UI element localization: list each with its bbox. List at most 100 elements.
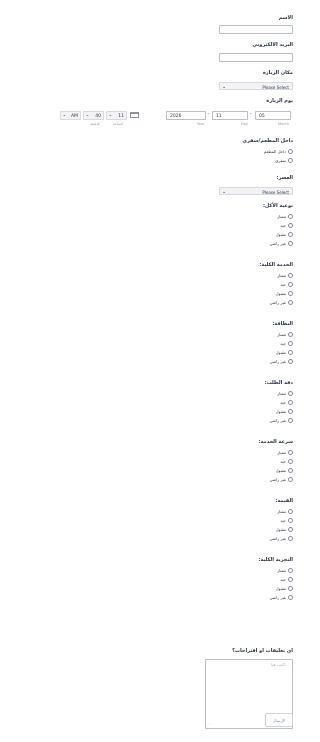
rating-question-label: سرعة الخدمة:	[258, 439, 293, 445]
rating-option[interactable]: جيد	[280, 577, 293, 582]
rating-option[interactable]: غير راضي	[269, 359, 293, 364]
rating-option[interactable]: مقبول	[276, 586, 293, 591]
radio-button[interactable]	[288, 409, 293, 414]
email-label: البريد الالكتروني	[252, 42, 293, 48]
rating-option[interactable]: غير راضي	[269, 477, 293, 482]
option-label: ممتاز	[277, 273, 286, 278]
rating-option[interactable]: جيد	[280, 518, 293, 523]
radio-button[interactable]	[288, 241, 293, 246]
visit-day-label: يوم الزيارة	[266, 98, 293, 104]
dine-type-option[interactable]: سفري	[275, 158, 293, 163]
submit-button[interactable]: الإرسال	[265, 713, 293, 727]
name-input[interactable]	[219, 25, 293, 34]
radio-button[interactable]	[288, 232, 293, 237]
year-input[interactable]: 2026	[166, 111, 206, 120]
radio-button[interactable]	[288, 536, 293, 541]
radio-button[interactable]	[288, 518, 293, 523]
day-input[interactable]: 11	[212, 111, 248, 120]
visit-place-value: Please Select	[262, 84, 289, 90]
month-input[interactable]: 05	[255, 111, 291, 120]
rating-question-label: الخدمة الكلية:	[259, 262, 293, 268]
rating-option[interactable]: مقبول	[276, 350, 293, 355]
radio-button[interactable]	[288, 350, 293, 355]
rating-option[interactable]: مقبول	[276, 291, 293, 296]
rating-option[interactable]: ممتاز	[277, 568, 293, 573]
rating-option[interactable]: غير راضي	[269, 536, 293, 541]
radio-button[interactable]	[288, 509, 293, 514]
ampm-select[interactable]: ⌄ AM	[60, 111, 81, 120]
radio-button[interactable]	[288, 341, 293, 346]
radio-button[interactable]	[288, 459, 293, 464]
rating-option[interactable]: ممتاز	[277, 273, 293, 278]
rating-option[interactable]: جيد	[280, 282, 293, 287]
option-label: ممتاز	[277, 332, 286, 337]
radio-button[interactable]	[288, 332, 293, 337]
rating-option[interactable]: مقبول	[276, 527, 293, 532]
rating-option[interactable]: جيد	[280, 341, 293, 346]
calendar-icon[interactable]	[130, 112, 139, 118]
rating-option[interactable]: غير راضي	[269, 241, 293, 246]
hour-select[interactable]: ⌄ 11	[106, 111, 127, 120]
rating-option[interactable]: ممتاز	[277, 214, 293, 219]
radio-button[interactable]	[288, 273, 293, 278]
option-label: غير راضي	[269, 477, 286, 482]
option-label: سفري	[275, 158, 286, 163]
radio-button[interactable]	[288, 214, 293, 219]
rating-option[interactable]: مقبول	[276, 409, 293, 414]
dine-type-option[interactable]: داخل المطعم	[264, 149, 293, 154]
option-label: ممتاز	[277, 391, 286, 396]
radio-button[interactable]	[288, 149, 293, 154]
rating-option[interactable]: جيد	[280, 459, 293, 464]
radio-button[interactable]	[288, 477, 293, 482]
radio-button[interactable]	[288, 450, 293, 455]
radio-button[interactable]	[288, 359, 293, 364]
rating-option[interactable]: ممتاز	[277, 332, 293, 337]
year-sublabel: Year	[197, 122, 205, 126]
radio-button[interactable]	[288, 595, 293, 600]
radio-button[interactable]	[288, 282, 293, 287]
radio-button[interactable]	[288, 586, 293, 591]
rating-option[interactable]: ممتاز	[277, 450, 293, 455]
rating-option[interactable]: جيد	[280, 400, 293, 405]
visit-place-select[interactable]: Please Select ⌄	[219, 82, 293, 90]
option-label: داخل المطعم	[263, 149, 286, 154]
rating-option[interactable]: مقبول	[276, 232, 293, 237]
radio-button[interactable]	[288, 400, 293, 405]
comments-label: اي تعليقات او اقتراحات؟	[232, 648, 293, 654]
chevron-down-icon: ⌄	[62, 113, 67, 118]
radio-button[interactable]	[288, 468, 293, 473]
visit-place-label: مكان الزيارة	[262, 70, 293, 76]
option-label: غير راضي	[269, 300, 286, 305]
minute-select[interactable]: ⌄ 40	[83, 111, 104, 120]
radio-button[interactable]	[288, 577, 293, 582]
year-value: 2026	[170, 113, 182, 119]
radio-button[interactable]	[288, 291, 293, 296]
radio-button[interactable]	[288, 300, 293, 305]
radio-button[interactable]	[288, 568, 293, 573]
rating-question-label: دقة الطلب:	[264, 380, 293, 386]
radio-button[interactable]	[288, 158, 293, 163]
rating-option[interactable]: مقبول	[276, 468, 293, 473]
hour-sublabel: الساعة	[113, 122, 124, 126]
rating-option[interactable]: ممتاز	[277, 391, 293, 396]
resize-grip-icon[interactable]: ⋰	[207, 722, 211, 727]
option-label: جيد	[280, 577, 286, 582]
radio-button[interactable]	[288, 527, 293, 532]
option-label: جيد	[280, 459, 286, 464]
minute-sublabel: الدقيقة	[90, 122, 101, 126]
month-value: 05	[259, 113, 265, 119]
option-label: غير راضي	[269, 595, 286, 600]
meal-time-select[interactable]: Please Select ⌄	[219, 187, 293, 195]
radio-button[interactable]	[288, 223, 293, 228]
date-separator: -	[208, 112, 210, 117]
rating-option[interactable]: غير راضي	[269, 595, 293, 600]
rating-option[interactable]: جيد	[280, 223, 293, 228]
rating-option[interactable]: ممتاز	[277, 509, 293, 514]
email-input[interactable]	[219, 53, 293, 62]
radio-button[interactable]	[288, 418, 293, 423]
radio-button[interactable]	[288, 391, 293, 396]
rating-option[interactable]: غير راضي	[269, 418, 293, 423]
rating-option[interactable]: غير راضي	[269, 300, 293, 305]
option-label: مقبول	[275, 586, 286, 591]
ampm-value: AM	[71, 113, 78, 119]
